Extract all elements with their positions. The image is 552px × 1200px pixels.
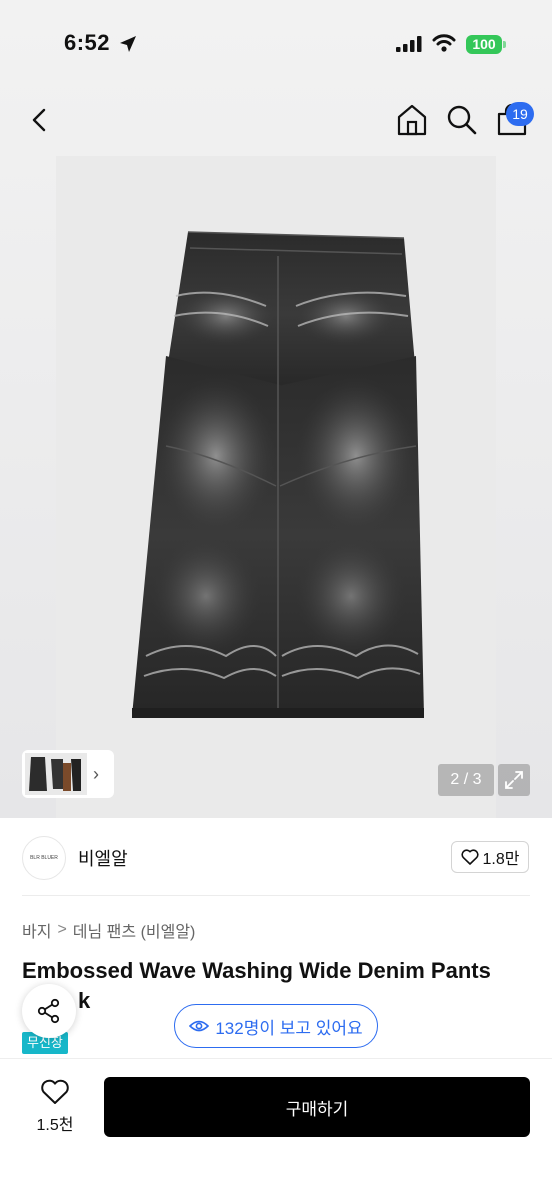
breadcrumb-subcategory[interactable]: 데님 팬츠 (비엘알) xyxy=(73,918,196,942)
share-button[interactable] xyxy=(22,984,76,1038)
wishlist-button[interactable]: 1.5천 xyxy=(28,1079,82,1139)
cart-count-badge: 19 xyxy=(506,102,534,126)
wishlist-count: 1.5천 xyxy=(36,1117,74,1134)
product-detail-page: 6:52 100 19 › 2 / 3 BLR BLUER 비엘알 1.8만 바… xyxy=(0,0,552,1200)
bottom-action-bar: 1.5천 구매하기 xyxy=(0,1058,552,1200)
heart-icon xyxy=(460,849,479,865)
product-image[interactable] xyxy=(56,156,496,818)
eye-icon xyxy=(189,1020,210,1032)
status-bar: 6:52 100 xyxy=(0,0,552,88)
thumbnail-strip[interactable]: › xyxy=(22,750,114,798)
location-arrow-icon xyxy=(120,36,136,52)
chevron-right-icon[interactable]: › xyxy=(93,764,99,785)
gallery-page-indicator: 2 / 3 xyxy=(438,764,494,796)
viewers-text: 132명이 보고 있어요 xyxy=(215,1018,363,1038)
status-time: 6:52 xyxy=(64,30,111,55)
battery-indicator: 100 xyxy=(466,35,502,54)
cellular-signal-icon xyxy=(396,36,422,52)
heart-icon xyxy=(41,1079,69,1104)
brand-name[interactable]: 비엘알 xyxy=(78,845,128,871)
home-icon[interactable] xyxy=(394,102,430,138)
viewers-count-pill: 132명이 보고 있어요 xyxy=(174,1004,378,1048)
product-title: Embossed Wave Washing Wide Denim Pants xyxy=(22,958,491,983)
buy-button[interactable]: 구매하기 xyxy=(104,1077,530,1137)
breadcrumb-category[interactable]: 바지 xyxy=(22,918,51,942)
expand-button[interactable] xyxy=(498,764,530,796)
search-icon[interactable] xyxy=(444,102,480,138)
battery-cap xyxy=(503,41,506,48)
jeans-image xyxy=(132,231,424,718)
thumbnail-image[interactable] xyxy=(25,753,87,795)
divider xyxy=(22,895,530,896)
brand-like-button[interactable]: 1.8만 xyxy=(451,841,529,873)
brand-row[interactable]: BLR BLUER 비엘알 1.8만 xyxy=(0,818,552,896)
expand-icon xyxy=(505,771,523,789)
breadcrumb: 바지 > 데님 팬츠 (비엘알) xyxy=(22,918,195,942)
back-icon[interactable] xyxy=(24,102,56,138)
brand-like-count: 1.8만 xyxy=(482,851,520,868)
breadcrumb-separator: > xyxy=(57,921,67,938)
share-icon xyxy=(37,998,60,1024)
wifi-icon xyxy=(432,34,456,52)
brand-logo[interactable]: BLR BLUER xyxy=(22,836,66,880)
